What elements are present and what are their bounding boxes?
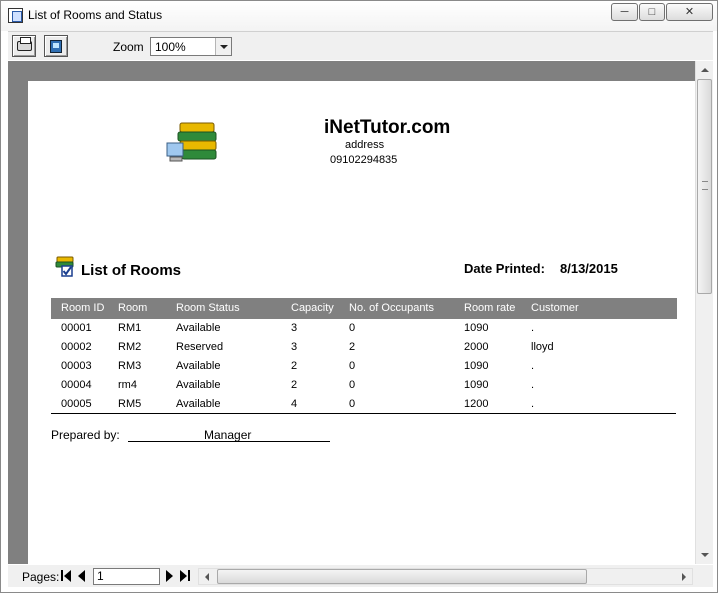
cell-occupants: 0 xyxy=(349,379,356,391)
cell-room-id: 00004 xyxy=(61,379,92,391)
cell-room-id: 00003 xyxy=(61,360,92,372)
cell-capacity: 3 xyxy=(291,322,298,334)
cell-room-rate: 1200 xyxy=(464,398,489,410)
report-viewer: iNetTutor.com address 09102294835 List o… xyxy=(8,61,695,564)
scroll-right-icon[interactable] xyxy=(675,569,692,584)
cell-occupants: 0 xyxy=(349,360,356,372)
cell-customer: lloyd xyxy=(531,341,554,353)
cell-room-id: 00001 xyxy=(61,322,92,334)
cell-room: RM1 xyxy=(118,322,142,334)
cell-room-status: Available xyxy=(176,379,221,391)
printer-icon xyxy=(17,37,32,51)
last-page-icon[interactable] xyxy=(178,569,191,583)
prepared-by-label: Prepared by: xyxy=(51,428,120,442)
next-page-icon[interactable] xyxy=(163,569,176,583)
cell-capacity: 3 xyxy=(291,341,298,353)
table-header: Room ID Room Room Status Capacity No. of… xyxy=(51,298,677,319)
column-header: Room ID xyxy=(61,302,105,314)
date-printed-label: Date Printed: xyxy=(464,261,545,276)
scroll-up-icon[interactable] xyxy=(696,61,713,78)
prepared-by-name: Manager xyxy=(204,428,252,442)
cell-room-rate: 1090 xyxy=(464,379,489,391)
horizontal-scrollbar[interactable] xyxy=(198,568,693,585)
cell-occupants: 2 xyxy=(349,341,356,353)
table-bottom-divider xyxy=(51,413,676,414)
section-title: List of Rooms xyxy=(81,262,181,279)
cell-customer: . xyxy=(531,398,535,410)
minimize-button[interactable]: ─ xyxy=(611,3,638,21)
cell-customer: . xyxy=(531,322,535,334)
cell-room-status: Available xyxy=(176,398,221,410)
cell-room: RM5 xyxy=(118,398,142,410)
column-header: Capacity xyxy=(291,302,334,314)
company-name: iNetTutor.com xyxy=(324,117,451,138)
report-icon xyxy=(8,8,23,23)
cell-capacity: 2 xyxy=(291,360,298,372)
date-printed-value: 8/13/2015 xyxy=(560,261,618,276)
scroll-down-icon[interactable] xyxy=(696,547,713,564)
column-header: Room rate xyxy=(464,302,516,314)
toolbar: Zoom 100% xyxy=(8,31,713,60)
vertical-scroll-thumb[interactable] xyxy=(697,79,712,294)
cell-capacity: 4 xyxy=(291,398,298,410)
print-button[interactable] xyxy=(12,35,36,57)
column-header: Customer xyxy=(531,302,579,314)
cell-occupants: 0 xyxy=(349,398,356,410)
zoom-label: Zoom xyxy=(113,40,144,54)
page-number-input[interactable]: 1 xyxy=(93,568,160,585)
cell-customer: . xyxy=(531,360,535,372)
scroll-left-icon[interactable] xyxy=(199,569,216,584)
cell-room-status: Reserved xyxy=(176,341,224,353)
previous-page-icon[interactable] xyxy=(75,569,88,583)
horizontal-scroll-thumb[interactable] xyxy=(217,569,587,584)
company-phone: 09102294835 xyxy=(330,154,398,166)
cell-room: RM2 xyxy=(118,341,142,353)
export-icon xyxy=(50,40,62,53)
report-viewer-window: List of Rooms and Status ─ □ ✕ Zoom 100% xyxy=(0,0,718,593)
books-checkmark-icon xyxy=(55,256,74,277)
table-row: 00003 RM3 Available 2 0 1090 . xyxy=(51,357,677,376)
table-row: 00002 RM2 Reserved 3 2 2000 lloyd xyxy=(51,338,677,357)
column-header: Room xyxy=(118,302,148,314)
cell-room: RM3 xyxy=(118,360,142,372)
cell-room-rate: 1090 xyxy=(464,360,489,372)
vertical-scrollbar[interactable] xyxy=(695,61,713,564)
window-title: List of Rooms and Status xyxy=(28,8,163,22)
cell-room-id: 00002 xyxy=(61,341,92,353)
close-button[interactable]: ✕ xyxy=(666,3,713,21)
report-page: iNetTutor.com address 09102294835 List o… xyxy=(28,81,695,564)
title-bar: List of Rooms and Status ─ □ ✕ xyxy=(1,1,717,31)
books-computer-icon xyxy=(166,122,217,162)
cell-room-status: Available xyxy=(176,360,221,372)
cell-customer: . xyxy=(531,379,535,391)
maximize-button[interactable]: □ xyxy=(639,3,665,21)
navigation-bar: Pages: 1 xyxy=(8,565,713,587)
cell-room-status: Available xyxy=(176,322,221,334)
cell-room: rm4 xyxy=(118,379,137,391)
zoom-select[interactable]: 100% xyxy=(150,37,232,56)
export-button[interactable] xyxy=(44,35,68,57)
pages-label: Pages: xyxy=(22,570,60,584)
signature-line xyxy=(128,441,330,442)
table-row: 00004 rm4 Available 2 0 1090 . xyxy=(51,376,677,395)
company-address: address xyxy=(345,139,385,151)
cell-room-id: 00005 xyxy=(61,398,92,410)
table-row: 00001 RM1 Available 3 0 1090 . xyxy=(51,319,677,338)
first-page-icon[interactable] xyxy=(60,569,73,583)
cell-room-rate: 2000 xyxy=(464,341,489,353)
cell-occupants: 0 xyxy=(349,322,356,334)
column-header: No. of Occupants xyxy=(349,302,434,314)
column-header: Room Status xyxy=(176,302,240,314)
cell-capacity: 2 xyxy=(291,379,298,391)
zoom-value: 100% xyxy=(155,40,186,54)
table-row: 00005 RM5 Available 4 0 1200 . xyxy=(51,395,677,414)
cell-room-rate: 1090 xyxy=(464,322,489,334)
chevron-down-icon[interactable] xyxy=(215,38,231,55)
